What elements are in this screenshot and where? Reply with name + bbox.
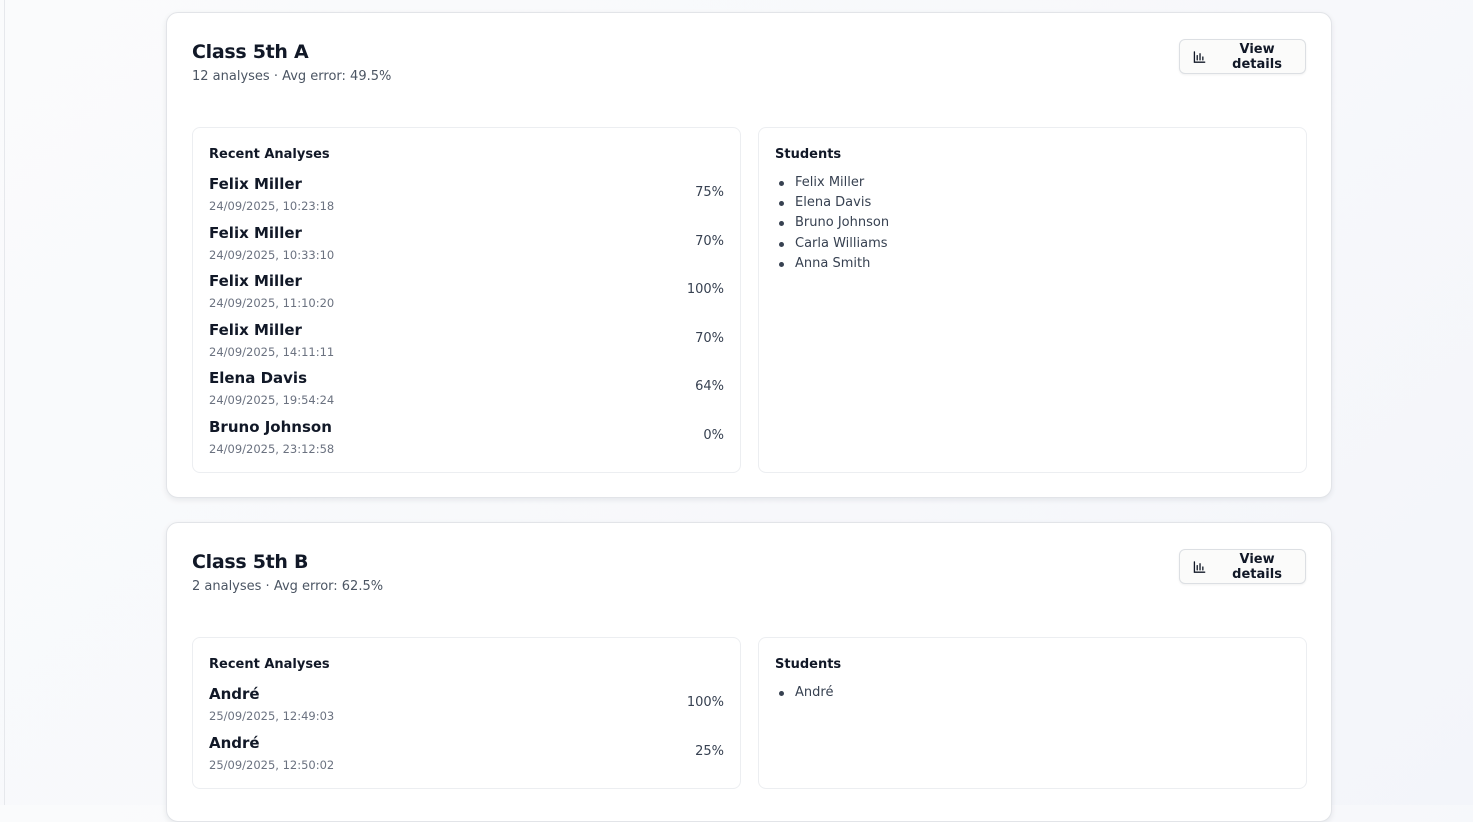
analysis-score: 100%	[686, 282, 724, 298]
analysis-score: 0%	[703, 427, 724, 443]
analysis-item[interactable]: Bruno Johnson 24/09/2025, 23:12:58 0%	[209, 418, 724, 467]
student-name: Elena Davis	[795, 195, 872, 211]
student-name: Bruno Johnson	[209, 417, 332, 436]
student-name: André	[209, 685, 260, 703]
bullet-icon	[779, 221, 784, 227]
student-list-item: Felix Miller	[775, 173, 889, 193]
analysis-score: 70%	[695, 233, 724, 249]
recent-analyses-panel: Recent Analyses Felix Miller 24/09/2025,…	[192, 127, 741, 473]
analysis-timestamp: 24/09/2025, 23:12:58	[209, 441, 335, 456]
student-name: Felix Miller	[795, 175, 865, 190]
analysis-item[interactable]: André 25/09/2025, 12:49:03 100%	[209, 685, 724, 734]
student-name: Felix Miller	[209, 320, 302, 339]
student-list-item: Elena Davis	[775, 193, 889, 213]
student-list-item: Anna Smith	[775, 254, 889, 274]
analysis-timestamp: 24/09/2025, 11:10:20	[209, 296, 335, 311]
bullet-icon	[779, 181, 784, 186]
analysis-item[interactable]: Felix Miller 24/09/2025, 14:11:11 70%	[209, 321, 724, 370]
bar-chart-icon	[1193, 50, 1206, 63]
analysis-timestamp: 24/09/2025, 10:23:18	[209, 199, 335, 213]
student-name: Anna Smith	[795, 255, 871, 271]
class-card: Class 5th A 12 analyses · Avg error: 49.…	[166, 12, 1332, 498]
analysis-item[interactable]: Felix Miller 24/09/2025, 10:33:10 70%	[209, 224, 724, 273]
class-summary: 2 analyses · Avg error: 62.5%	[192, 579, 384, 594]
class-title: Class 5th B	[192, 551, 309, 573]
student-name: André	[795, 685, 834, 700]
students-title: Students	[775, 657, 842, 672]
page-left-border	[4, 0, 5, 805]
recent-analyses-title: Recent Analyses	[209, 147, 330, 162]
student-name: Bruno Johnson	[795, 215, 890, 231]
student-name: Carla Williams	[795, 235, 888, 251]
student-list: Felix Miller Elena Davis Bruno Johnson C…	[775, 173, 889, 274]
analysis-item[interactable]: Felix Miller 24/09/2025, 11:10:20 100%	[209, 272, 724, 321]
student-name: Felix Miller	[209, 272, 302, 291]
analysis-timestamp: 25/09/2025, 12:50:02	[209, 757, 335, 772]
analysis-timestamp: 25/09/2025, 12:49:03	[209, 709, 335, 723]
bullet-icon	[779, 241, 784, 247]
students-panel: Students Felix Miller Elena Davis Bruno …	[758, 127, 1307, 473]
analysis-timestamp: 24/09/2025, 19:54:24	[209, 393, 335, 408]
bullet-icon	[779, 691, 784, 696]
recent-analyses-panel: Recent Analyses André 25/09/2025, 12:49:…	[192, 637, 741, 789]
analysis-item[interactable]: Elena Davis 24/09/2025, 19:54:24 64%	[209, 369, 724, 418]
class-card: Class 5th B 2 analyses · Avg error: 62.5…	[166, 522, 1332, 822]
student-name: Felix Miller	[209, 223, 302, 242]
view-details-button[interactable]: View details	[1179, 39, 1306, 74]
analysis-list: Felix Miller 24/09/2025, 10:23:18 75% Fe…	[209, 175, 724, 467]
student-list-item: Carla Williams	[775, 234, 889, 254]
analysis-timestamp: 24/09/2025, 14:11:11	[209, 344, 335, 359]
analysis-score: 100%	[686, 695, 724, 710]
bar-chart-icon	[1193, 560, 1206, 573]
analysis-score: 75%	[695, 185, 724, 200]
class-summary: 12 analyses · Avg error: 49.5%	[192, 69, 392, 84]
student-name: Felix Miller	[209, 175, 302, 193]
class-title: Class 5th A	[192, 41, 309, 63]
students-panel: Students André	[758, 637, 1307, 789]
bullet-icon	[779, 261, 784, 267]
analysis-item[interactable]: André 25/09/2025, 12:50:02 25%	[209, 734, 724, 783]
student-name: Elena Davis	[209, 369, 308, 388]
student-name: André	[209, 733, 260, 752]
analysis-timestamp: 24/09/2025, 10:33:10	[209, 247, 335, 262]
view-details-label: View details	[1232, 41, 1282, 72]
analysis-list: André 25/09/2025, 12:49:03 100% André 25…	[209, 685, 724, 782]
student-list-item: Bruno Johnson	[775, 213, 889, 233]
students-title: Students	[775, 147, 842, 162]
recent-analyses-title: Recent Analyses	[209, 657, 330, 672]
analysis-score: 64%	[695, 379, 724, 395]
student-list-item: André	[775, 683, 833, 703]
analysis-item[interactable]: Felix Miller 24/09/2025, 10:23:18 75%	[209, 175, 724, 224]
analysis-score: 25%	[695, 743, 724, 759]
bullet-icon	[779, 201, 784, 207]
view-details-label: View details	[1232, 551, 1282, 582]
view-details-button[interactable]: View details	[1179, 549, 1306, 584]
student-list: André	[775, 683, 833, 703]
analysis-score: 70%	[695, 330, 724, 346]
